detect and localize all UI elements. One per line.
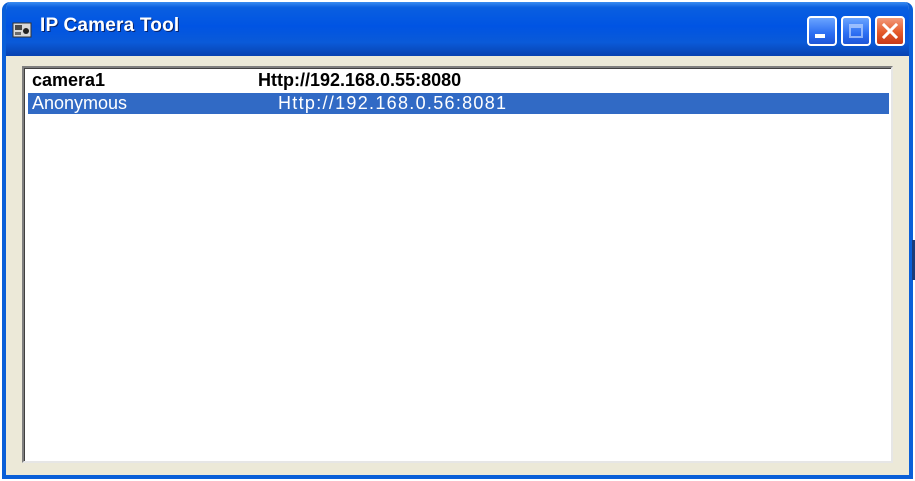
camera-tool-icon xyxy=(12,22,32,38)
minimize-button[interactable] xyxy=(807,16,837,46)
camera-list[interactable]: camera1 Http://192.168.0.55:8080 Anonymo… xyxy=(22,66,893,463)
camera-name: Anonymous xyxy=(32,93,128,113)
list-item-selected[interactable]: Anonymous Http://192.168.0.56:8081 xyxy=(28,93,889,114)
camera-name: camera1 xyxy=(32,70,106,90)
minimize-icon xyxy=(815,34,825,38)
close-button[interactable] xyxy=(875,16,905,46)
window-title: IP Camera Tool xyxy=(40,15,180,36)
ip-camera-tool-window: IP Camera Tool camera1 Http://192.168.0.… xyxy=(2,2,913,479)
maximize-button[interactable] xyxy=(841,16,871,46)
camera-url: Http://192.168.0.56:8081 xyxy=(278,93,508,113)
title-bar[interactable]: IP Camera Tool xyxy=(6,2,909,56)
close-icon xyxy=(881,22,899,40)
maximize-icon xyxy=(849,24,863,38)
list-item[interactable]: camera1 Http://192.168.0.55:8080 xyxy=(28,70,889,91)
camera-url: Http://192.168.0.55:8080 xyxy=(258,70,462,90)
